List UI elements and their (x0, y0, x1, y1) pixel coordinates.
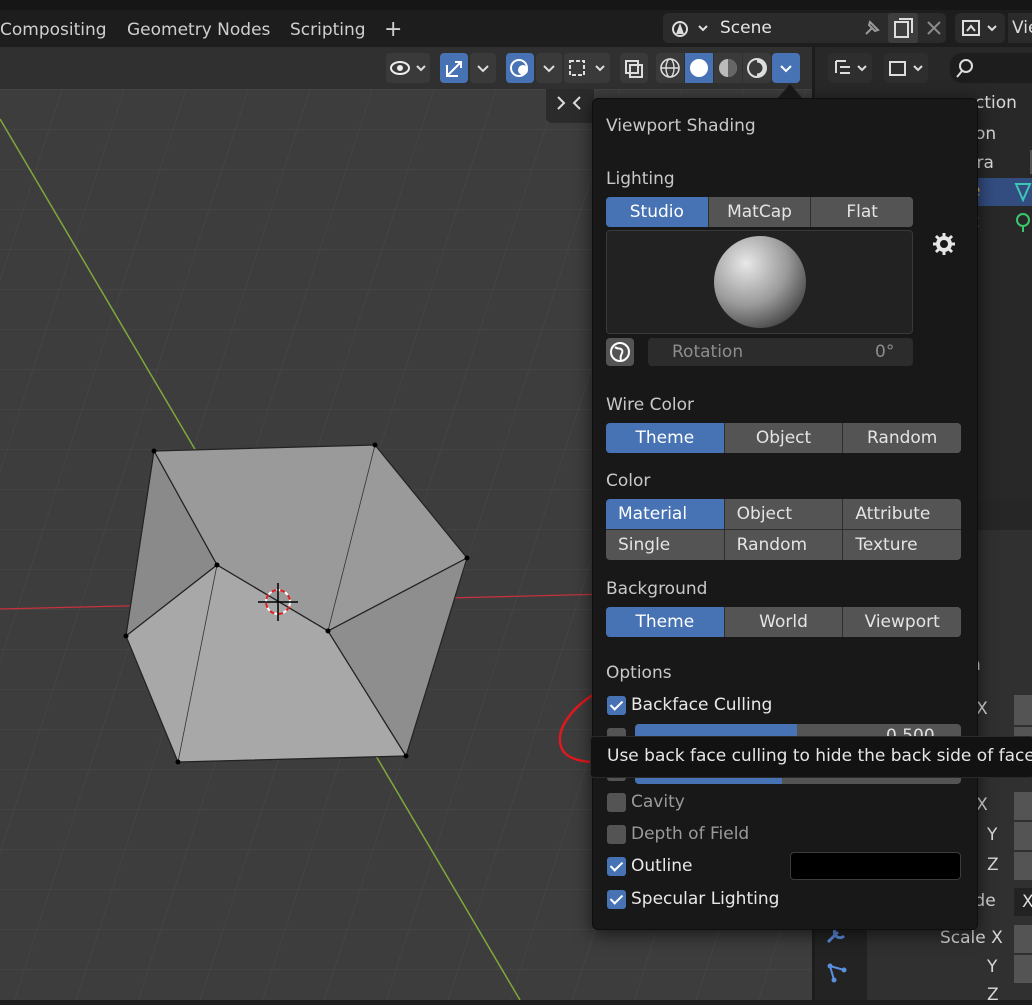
wireframe-shading-icon[interactable] (656, 53, 684, 83)
cavity-label[interactable]: Cavity (631, 792, 685, 812)
background-label: Background (606, 579, 708, 599)
outliner-search-input[interactable] (950, 53, 1032, 83)
display-mode-dropdown[interactable] (828, 53, 872, 83)
outliner-row-label: ction (975, 93, 1017, 113)
filter-dropdown[interactable] (884, 53, 928, 83)
view-layer-type-icon[interactable] (955, 13, 1005, 43)
specular-lighting-checkbox[interactable] (607, 890, 626, 909)
depth-of-field-label[interactable]: Depth of Field (631, 824, 749, 844)
prop-field[interactable] (1014, 822, 1032, 850)
mesh-edit-overlay-dropdown[interactable] (564, 53, 610, 83)
wire-color-theme-button[interactable]: Theme (606, 423, 725, 453)
close-icon[interactable] (922, 16, 946, 40)
prop-field[interactable] (1014, 695, 1032, 725)
material-preview-icon[interactable] (714, 53, 742, 83)
color-random-button[interactable]: Random (724, 530, 843, 560)
new-scene-icon[interactable] (888, 13, 918, 43)
cavity-checkbox[interactable] (607, 793, 626, 812)
view-layer-field[interactable]: Vie (1008, 13, 1032, 43)
overlay-dropdown[interactable] (536, 53, 562, 83)
snap-icon-area[interactable] (546, 89, 594, 123)
prop-field[interactable] (1014, 955, 1032, 983)
scene-type-icon[interactable] (667, 14, 713, 42)
prop-label: Z (987, 855, 999, 875)
color-texture-button[interactable]: Texture (843, 530, 961, 560)
depth-of-field-checkbox[interactable] (607, 825, 626, 844)
prop-field[interactable] (1014, 852, 1032, 880)
prop-label: Y (987, 825, 998, 845)
gear-icon[interactable] (932, 232, 956, 256)
visibility-dropdown[interactable] (386, 53, 430, 83)
background-viewport-button[interactable]: Viewport (843, 607, 961, 637)
shading-popover-dropdown[interactable] (772, 53, 800, 83)
particles-icon[interactable] (822, 958, 852, 988)
xray-toggle-icon[interactable] (620, 53, 648, 83)
wire-color-label: Wire Color (606, 395, 695, 415)
lighting-selector: Studio MatCap Flat (606, 197, 913, 227)
color-material-button[interactable]: Material (606, 499, 724, 529)
specular-lighting-label[interactable]: Specular Lighting (631, 889, 779, 909)
tab-compositing[interactable]: Compositing (0, 14, 113, 46)
wire-color-object-button[interactable]: Object (724, 423, 844, 453)
lighting-flat-button[interactable]: Flat (811, 197, 913, 227)
prop-field[interactable] (1014, 925, 1032, 953)
background-selector: Theme World Viewport (606, 607, 961, 637)
top-strip (0, 0, 1032, 10)
color-object-button[interactable]: Object (724, 499, 843, 529)
color-single-button[interactable]: Single (606, 530, 724, 560)
prop-label: Z (987, 985, 999, 1005)
pin-icon[interactable] (860, 16, 884, 40)
outline-checkbox[interactable] (607, 857, 626, 876)
color-selector: Material Object Attribute Single Random … (606, 499, 961, 560)
rotation-label: Rotation (672, 342, 744, 362)
rotation-value: 0° (875, 342, 895, 362)
backface-culling-checkbox[interactable] (607, 696, 626, 715)
lighting-matcap-button[interactable]: MatCap (708, 197, 812, 227)
popover-title: Viewport Shading (606, 116, 756, 136)
gizmo-dropdown[interactable] (470, 53, 496, 83)
outliner-row-label: on (975, 124, 997, 144)
scene-name-field[interactable]: Scene (720, 13, 772, 43)
lighting-studio-button[interactable]: Studio (606, 197, 709, 227)
rotation-mode-dropdown[interactable]: X (1014, 888, 1032, 916)
add-workspace-button[interactable]: + (378, 14, 408, 46)
tab-geometry-nodes[interactable]: Geometry Nodes (121, 14, 276, 46)
lighting-label: Lighting (606, 169, 675, 189)
mesh-data-icon[interactable] (1012, 180, 1032, 204)
color-label: Color (606, 471, 651, 491)
wire-color-random-button[interactable]: Random (843, 423, 961, 453)
studio-light-preview[interactable] (606, 230, 913, 334)
wire-color-selector: Theme Object Random (606, 423, 961, 453)
globe-icon (610, 342, 630, 362)
solid-shading-icon[interactable] (685, 53, 713, 83)
background-world-button[interactable]: World (724, 607, 844, 637)
tab-scripting[interactable]: Scripting (284, 14, 372, 46)
outline-color-swatch[interactable] (790, 852, 961, 880)
prop-label: Scale X (940, 928, 1003, 948)
backface-culling-label[interactable]: Backface Culling (631, 695, 772, 715)
overlay-toggle-icon[interactable] (506, 53, 534, 83)
world-space-lighting-toggle[interactable] (606, 338, 634, 366)
studio-sphere (714, 236, 806, 328)
options-label: Options (606, 663, 672, 683)
prop-label: Y (987, 957, 998, 977)
outline-label[interactable]: Outline (631, 856, 693, 876)
popover-arrow (778, 84, 802, 98)
prop-field[interactable] (1014, 792, 1032, 820)
rendered-shading-icon[interactable] (743, 53, 771, 83)
background-theme-button[interactable]: Theme (606, 607, 725, 637)
search-icon (956, 59, 973, 78)
light-data-icon[interactable] (1012, 210, 1032, 234)
tooltip-text: Use back face culling to hide the back s… (607, 746, 1032, 766)
gizmo-toggle-icon[interactable] (440, 53, 468, 83)
color-attribute-button[interactable]: Attribute (843, 499, 961, 529)
